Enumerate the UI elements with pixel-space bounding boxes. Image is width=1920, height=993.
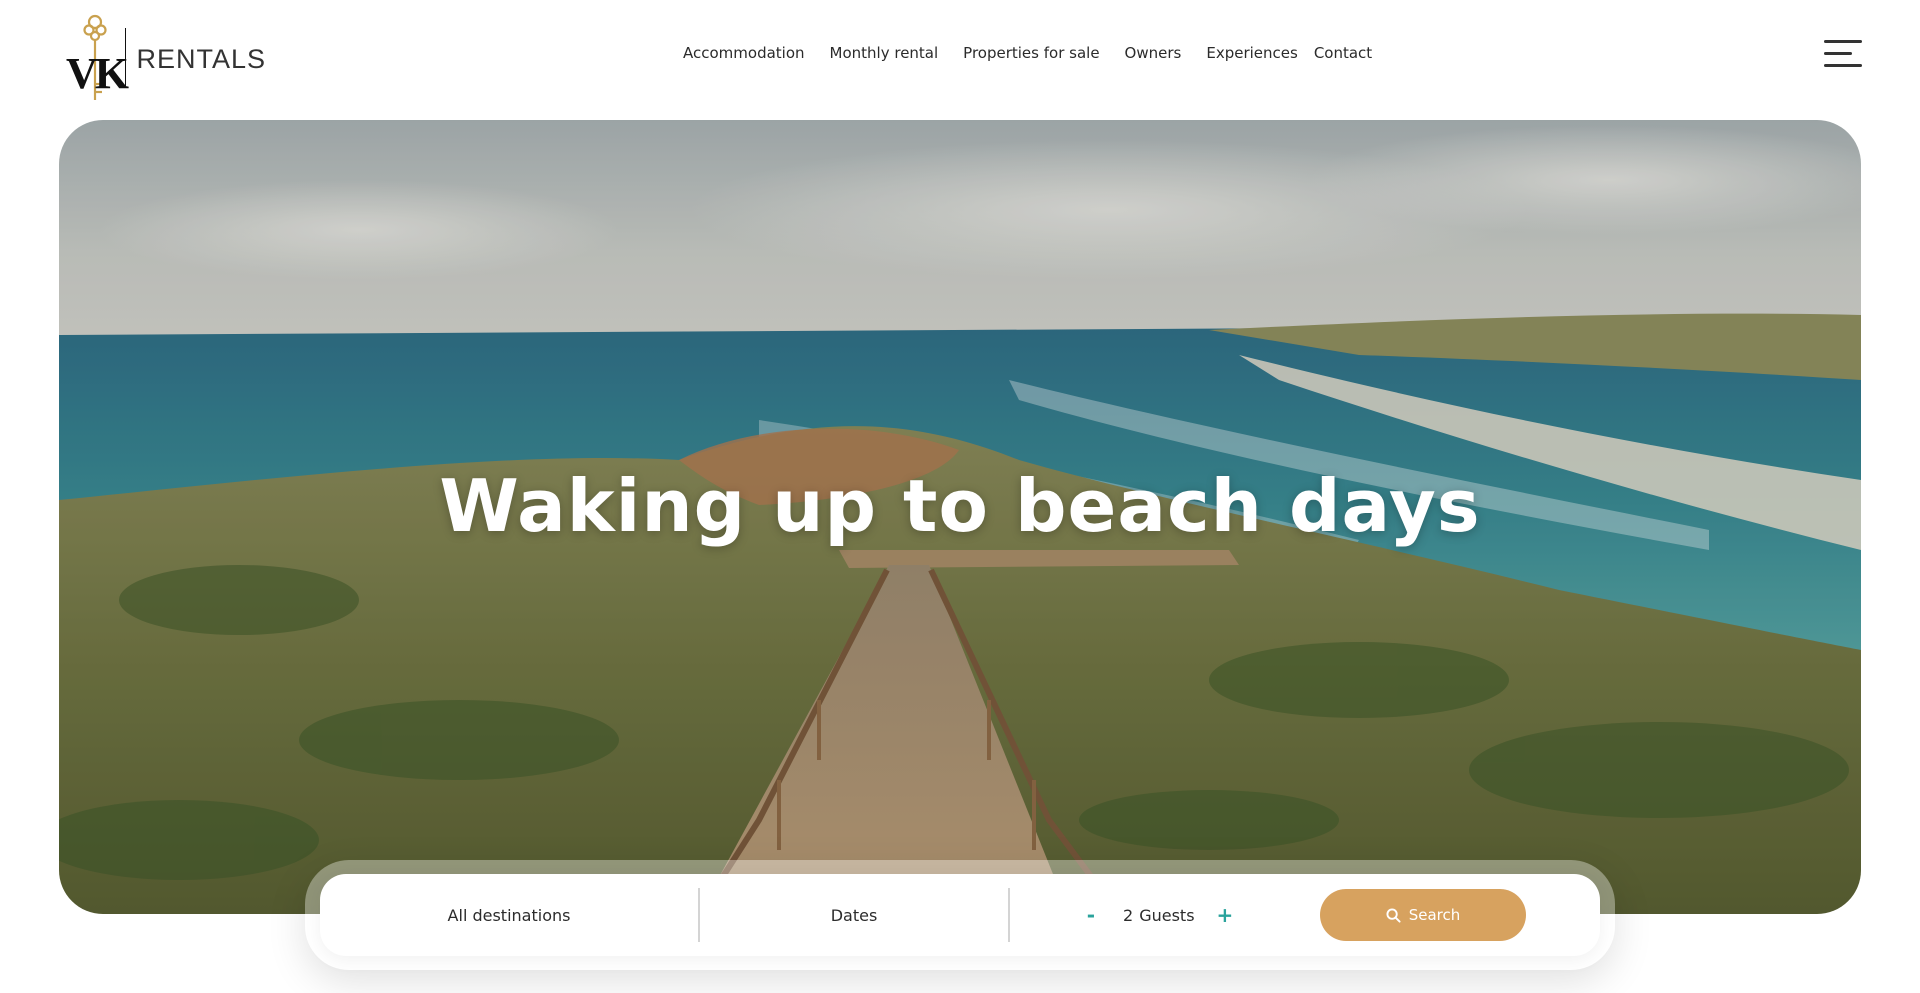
hero-banner: Waking up to beach days: [59, 120, 1861, 914]
guests-count: 2: [1123, 905, 1134, 925]
logo-mark: VK: [66, 12, 129, 102]
menu-bar-middle: [1824, 52, 1852, 55]
main-navigation: Accommodation Monthly rental Properties …: [683, 44, 1372, 62]
booking-search-bar: All destinations Dates - 2 Guests + Sear…: [320, 874, 1600, 956]
site-logo[interactable]: VK RENTALS: [66, 12, 266, 102]
guests-label: Guests: [1139, 905, 1195, 925]
hamburger-menu-icon[interactable]: [1824, 40, 1862, 68]
guests-increment-button[interactable]: +: [1209, 905, 1242, 925]
hero-title: Waking up to beach days: [439, 464, 1481, 548]
search-button-label: Search: [1408, 906, 1461, 924]
nav-link-accommodation[interactable]: Accommodation: [683, 44, 805, 62]
guests-stepper: - 2 Guests +: [1010, 874, 1310, 956]
logo-wordmark: RENTALS: [136, 43, 266, 74]
guests-decrement-button[interactable]: -: [1079, 905, 1103, 925]
menu-bar-top: [1824, 40, 1862, 43]
menu-bar-bottom: [1824, 64, 1862, 67]
search-button[interactable]: Search: [1320, 889, 1526, 941]
nav-link-monthly-rental[interactable]: Monthly rental: [830, 44, 939, 62]
search-icon: [1386, 907, 1401, 923]
nav-link-properties-for-sale[interactable]: Properties for sale: [963, 44, 1099, 62]
dates-picker[interactable]: Dates: [700, 874, 1008, 956]
nav-link-owners[interactable]: Owners: [1125, 44, 1182, 62]
logo-monogram: VK: [66, 49, 129, 98]
nav-link-contact[interactable]: Contact: [1314, 44, 1372, 62]
nav-link-experiences[interactable]: Experiences: [1206, 44, 1297, 62]
destination-select[interactable]: All destinations: [320, 874, 698, 956]
